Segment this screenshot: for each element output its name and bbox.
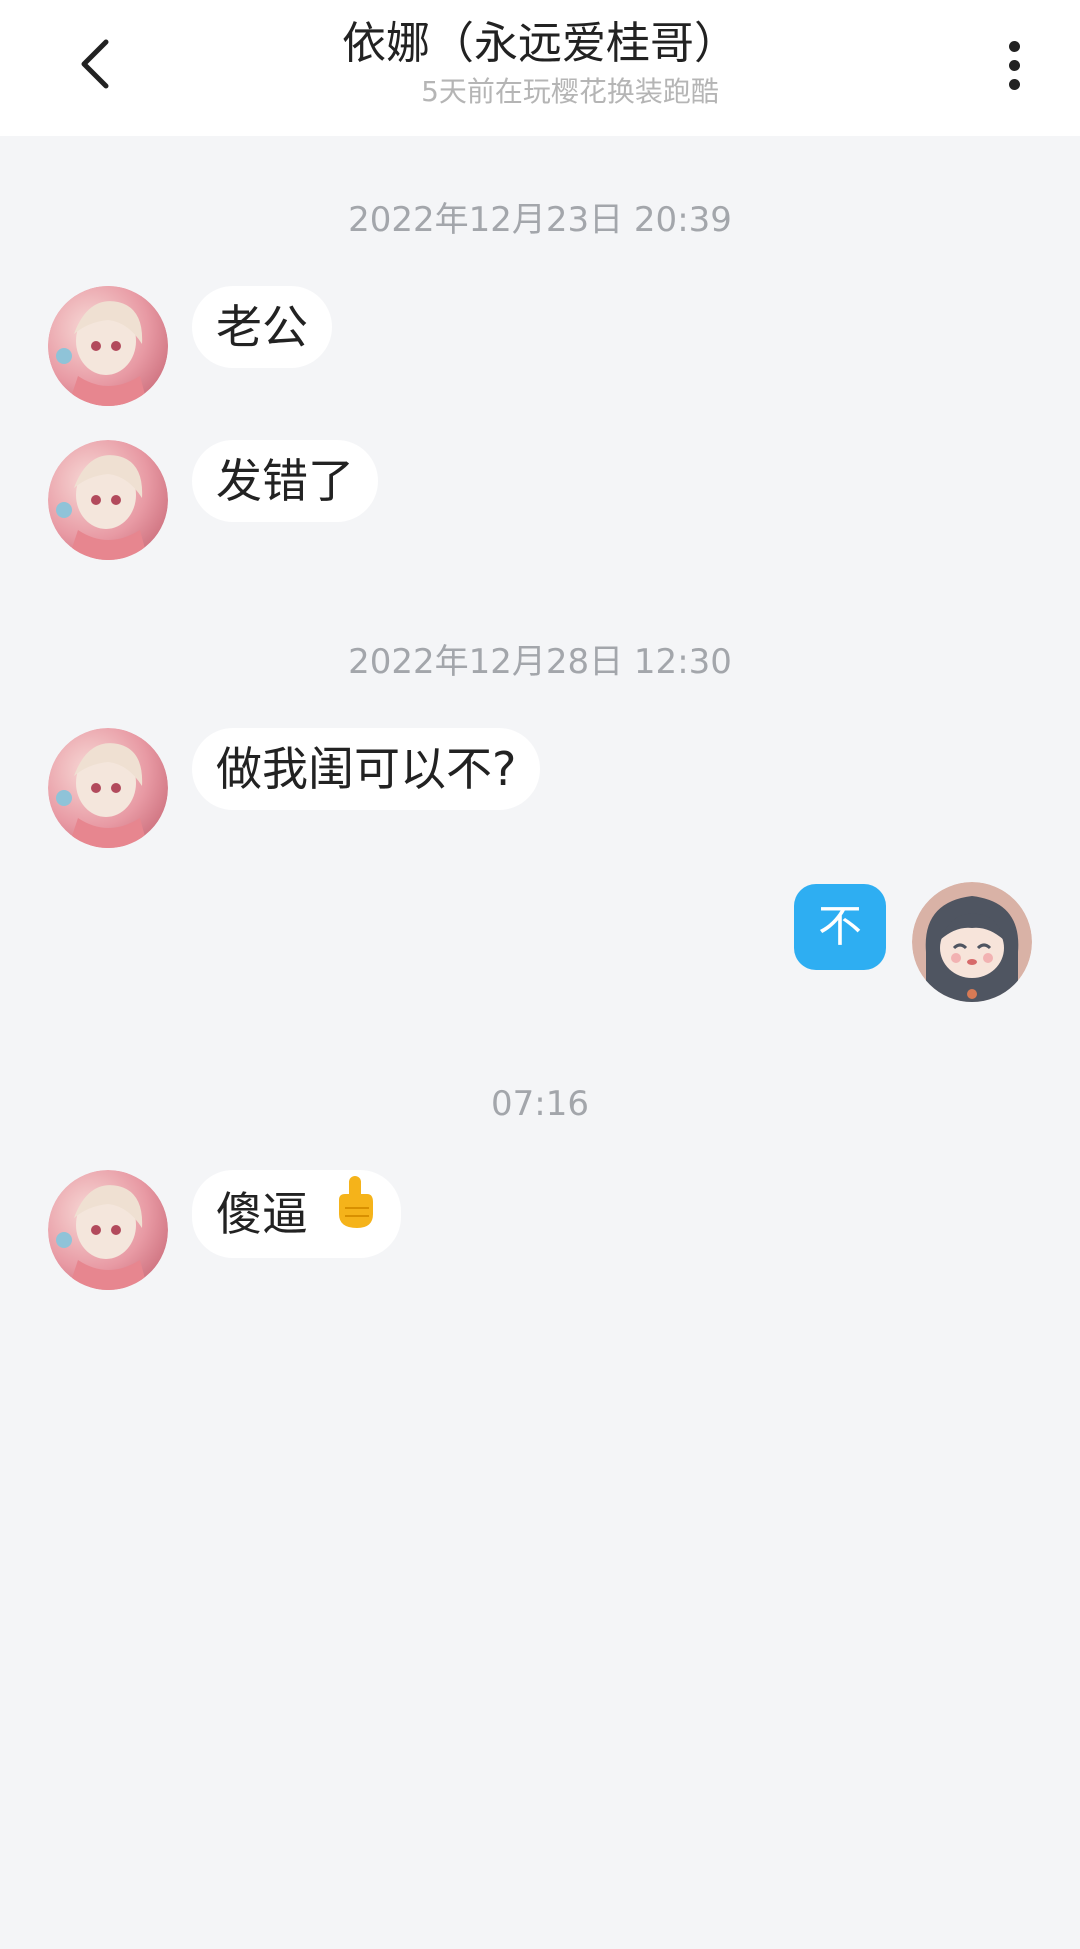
user-avatar[interactable]: [912, 882, 1032, 1002]
contact-avatar[interactable]: [48, 1170, 168, 1290]
more-vertical-icon: [1008, 40, 1020, 52]
contact-avatar[interactable]: [48, 440, 168, 560]
message-text: 不: [818, 901, 862, 952]
message-timestamp: 2022年12月28日 12:30: [348, 642, 732, 682]
chat-header: 依娜（永远爱桂哥） 5天前在玩樱花换装跑酷: [0, 0, 1080, 136]
contact-avatar[interactable]: [48, 728, 168, 848]
contact-avatar[interactable]: [48, 286, 168, 406]
message-text: 傻逼: [216, 1187, 308, 1241]
received-message-bubble[interactable]: 傻逼: [192, 1170, 401, 1258]
more-options-button[interactable]: [990, 30, 1038, 100]
more-vertical-icon-dot: [1008, 78, 1020, 90]
middle-finger-emoji-icon: [333, 1170, 377, 1258]
message-text: 老公: [216, 300, 308, 354]
received-message-bubble[interactable]: 发错了: [192, 440, 378, 522]
received-message-bubble[interactable]: 老公: [192, 286, 332, 368]
chat-title: 依娜（永远爱桂哥）: [342, 18, 738, 69]
message-timestamp: 07:16: [491, 1084, 589, 1124]
message-timestamp: 2022年12月23日 20:39: [348, 200, 732, 240]
more-vertical-icon-dot: [1008, 59, 1020, 71]
message-text: 做我闺可以不?: [216, 742, 517, 796]
message-text: 发错了: [216, 454, 354, 508]
sent-message-bubble[interactable]: 不: [794, 884, 886, 970]
received-message-bubble[interactable]: 做我闺可以不?: [192, 728, 541, 810]
chat-status: 5天前在玩樱花换装跑酷: [421, 75, 719, 108]
